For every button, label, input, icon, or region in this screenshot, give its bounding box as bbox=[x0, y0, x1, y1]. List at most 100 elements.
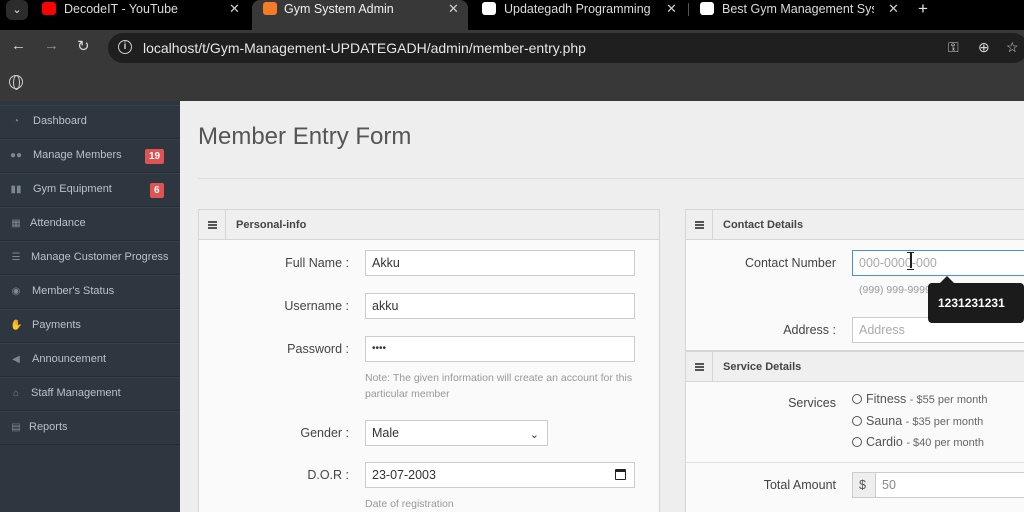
service-details-panel: Service Details Services Fitness - $55 p… bbox=[685, 351, 1024, 512]
browser-tab-strip: ⌄ DecodeIT - YouTube ✕ Gym System Admin … bbox=[0, 0, 1024, 30]
updategadh-icon bbox=[482, 2, 496, 15]
panel-header: Service Details bbox=[686, 352, 1024, 382]
service-name: Sauna bbox=[866, 414, 903, 428]
service-price: - $35 per month bbox=[905, 416, 984, 428]
panel-title: Contact Details bbox=[723, 219, 804, 231]
page-title: Member Entry Form bbox=[198, 123, 412, 150]
panel-header: Personal-info bbox=[199, 210, 659, 240]
sidebar-item-label: Dashboard bbox=[33, 115, 87, 127]
new-tab-button[interactable]: + bbox=[918, 0, 928, 19]
updategadh-icon bbox=[700, 2, 714, 15]
tab-search-button[interactable]: ⌄ bbox=[6, 0, 28, 20]
panel-header: Contact Details bbox=[686, 210, 1024, 240]
contact-number-label: Contact Number bbox=[744, 256, 836, 270]
chevron-down-icon: ⌄ bbox=[529, 429, 539, 441]
contact-details-panel: Contact Details Contact Number 000-0000-… bbox=[685, 209, 1024, 351]
file-icon: ▤ bbox=[11, 422, 21, 433]
contact-number-input[interactable]: 000-0000-000 bbox=[852, 250, 1024, 276]
calendar-icon: ▦ bbox=[11, 218, 21, 229]
calendar-icon[interactable] bbox=[615, 469, 626, 480]
staff-icon: ⌂ bbox=[12, 388, 20, 399]
address-label: Address : bbox=[783, 323, 836, 337]
sidebar-item-label: Manage Customer Progress bbox=[31, 251, 169, 263]
tab-title: Gym System Admin bbox=[284, 2, 394, 16]
sidebar-item-label: Attendance bbox=[30, 217, 86, 229]
radio-button[interactable] bbox=[852, 394, 862, 404]
sidebar-item-reports[interactable]: ▤ Reports bbox=[0, 411, 180, 445]
radio-button[interactable] bbox=[852, 437, 862, 447]
gender-label: Gender : bbox=[300, 426, 349, 440]
password-label: Password : bbox=[287, 342, 349, 356]
list-icon: ☰ bbox=[11, 252, 21, 263]
dashboard-icon: ◔ bbox=[12, 116, 20, 127]
service-option-fitness[interactable]: Fitness - $55 per month bbox=[852, 392, 987, 406]
currency-addon: $ bbox=[852, 472, 876, 498]
address-bar[interactable]: i localhost/t/Gym-Management-UPDATEGADH/… bbox=[108, 33, 1024, 63]
full-name-label: Full Name : bbox=[285, 256, 349, 270]
dor-value: 23-07-2003 bbox=[372, 468, 436, 482]
menu-icon bbox=[199, 210, 226, 240]
xampp-icon bbox=[263, 2, 277, 15]
tab-best-gym[interactable]: Best Gym Management System ✕ bbox=[700, 0, 910, 24]
sidebar-item-customer-progress[interactable]: ☰ Manage Customer Progress bbox=[0, 241, 180, 275]
globe-icon[interactable] bbox=[9, 75, 23, 90]
service-name: Fitness bbox=[866, 392, 907, 406]
sidebar-item-members-status[interactable]: ◉ Member's Status bbox=[0, 275, 180, 309]
users-icon: ●● bbox=[10, 150, 23, 161]
gender-selected-value: Male bbox=[372, 426, 400, 440]
autofill-tooltip[interactable]: 1231231231 bbox=[928, 276, 1024, 323]
close-icon[interactable]: ✕ bbox=[448, 0, 459, 18]
divider bbox=[686, 462, 1024, 463]
gender-select[interactable]: Male ⌄ bbox=[365, 420, 548, 446]
menu-icon bbox=[686, 210, 713, 240]
tab-updategadh[interactable]: Updategadh Programming - Up ✕ bbox=[482, 0, 678, 24]
sidebar-item-dashboard[interactable]: ◔ Dashboard bbox=[0, 105, 180, 139]
dor-date-input[interactable]: 23-07-2003 bbox=[365, 462, 635, 488]
bookmark-star-icon[interactable]: ☆ bbox=[1006, 39, 1019, 56]
close-icon[interactable]: ✕ bbox=[888, 0, 899, 18]
sidebar-item-attendance[interactable]: ▦ Attendance bbox=[0, 207, 180, 241]
key-icon[interactable]: ⚿ bbox=[948, 39, 959, 56]
eye-icon: ◉ bbox=[11, 286, 21, 297]
service-option-cardio[interactable]: Cardio - $40 per month bbox=[852, 435, 984, 449]
sidebar-item-payments[interactable]: ✋ Payments bbox=[0, 309, 180, 343]
total-amount-input[interactable]: 50 bbox=[875, 472, 1024, 498]
radio-button[interactable] bbox=[852, 416, 862, 426]
personal-info-panel: Personal-info Full Name : Akku Username … bbox=[198, 209, 660, 512]
full-name-input[interactable]: Akku bbox=[365, 250, 635, 276]
sidebar-item-label: Reports bbox=[29, 421, 68, 433]
reload-icon[interactable]: ↻ bbox=[77, 37, 90, 55]
site-info-icon[interactable]: i bbox=[118, 40, 132, 54]
password-input[interactable]: •••• bbox=[365, 336, 635, 362]
sidebar-item-gym-equipment[interactable]: ▮▮ Gym Equipment 6 bbox=[0, 173, 180, 207]
service-price: - $40 per month bbox=[906, 437, 984, 449]
sidebar-item-manage-members[interactable]: ●● Manage Members 19 bbox=[0, 139, 180, 173]
main-content: Member Entry Form Personal-info Full Nam… bbox=[180, 101, 1024, 512]
close-icon[interactable]: ✕ bbox=[666, 0, 677, 18]
url-text[interactable]: localhost/t/Gym-Management-UPDATEGADH/ad… bbox=[143, 40, 586, 56]
count-badge: 6 bbox=[150, 183, 164, 198]
tab-gym-system-admin[interactable]: Gym System Admin ✕ bbox=[252, 0, 468, 30]
service-option-sauna[interactable]: Sauna - $35 per month bbox=[852, 414, 983, 428]
text-cursor-icon bbox=[906, 252, 915, 270]
back-icon[interactable]: ← bbox=[11, 37, 26, 54]
zoom-icon[interactable]: ⊕ bbox=[978, 39, 990, 56]
tab-divider bbox=[688, 3, 689, 16]
services-label: Services bbox=[788, 396, 836, 410]
panel-title: Service Details bbox=[723, 361, 802, 373]
dor-hint: Date of registration bbox=[365, 498, 454, 510]
tab-youtube[interactable]: DecodeIT - YouTube ✕ bbox=[42, 0, 242, 24]
sidebar-item-staff-management[interactable]: ⌂ Staff Management bbox=[0, 377, 180, 411]
forward-icon[interactable]: → bbox=[44, 37, 59, 54]
sidebar-item-announcement[interactable]: ◀ Announcement bbox=[0, 343, 180, 377]
dumbbell-icon: ▮▮ bbox=[10, 184, 22, 195]
sidebar-item-label: Payments bbox=[32, 319, 81, 331]
menu-icon bbox=[686, 352, 713, 382]
close-icon[interactable]: ✕ bbox=[229, 0, 240, 18]
username-input[interactable]: akku bbox=[365, 293, 635, 319]
sidebar-item-label: Staff Management bbox=[31, 387, 121, 399]
sidebar-item-label: Announcement bbox=[32, 353, 106, 365]
tab-title: DecodeIT - YouTube bbox=[64, 2, 178, 16]
tab-title: Updategadh Programming - Up bbox=[504, 2, 654, 16]
username-label: Username : bbox=[284, 299, 349, 313]
